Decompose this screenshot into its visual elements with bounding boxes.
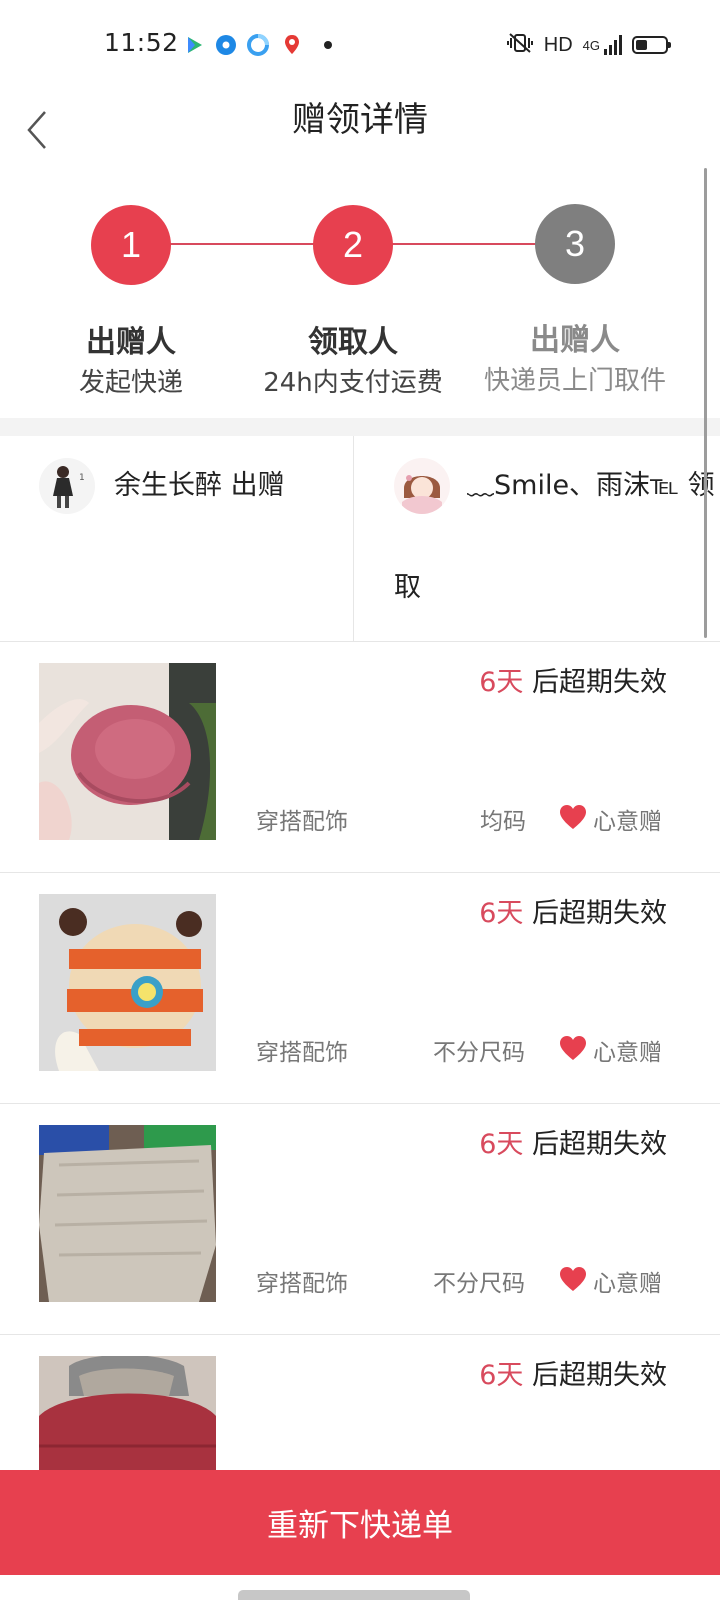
list-item[interactable]: 6天 后超期失效 穿搭配饰 不分尺码 心意赠 xyxy=(0,1104,720,1335)
heart-icon xyxy=(560,1036,586,1060)
step-connector-1 xyxy=(170,243,314,245)
step-2-title: 领取人 xyxy=(308,325,398,360)
home-indicator[interactable] xyxy=(238,1590,470,1600)
item-expire-text: 6天 后超期失效 xyxy=(479,891,667,930)
expire-suffix: 后超期失效 xyxy=(523,1129,667,1160)
item-photo-pink-beret xyxy=(39,663,216,840)
expire-days: 6天 xyxy=(479,1129,524,1160)
svg-text:1: 1 xyxy=(79,473,85,483)
receiver-avatar xyxy=(394,458,450,514)
giver-panel[interactable]: 1 余生长醉 出赠 xyxy=(0,436,354,642)
battery-icon xyxy=(632,36,671,54)
map-pin-app-icon xyxy=(280,33,304,57)
section-divider xyxy=(0,418,720,436)
status-bar: 11:52 HD 4G xyxy=(0,0,720,90)
item-category: 穿搭配饰 xyxy=(256,1040,348,1066)
heart-icon xyxy=(560,805,586,829)
scrollbar[interactable] xyxy=(704,168,707,638)
network-type: 4G xyxy=(582,37,600,53)
video-app-icon xyxy=(182,33,206,57)
item-category: 穿搭配饰 xyxy=(256,1271,348,1297)
item-photo-striped-hat xyxy=(39,894,216,1071)
status-app-icons xyxy=(182,30,332,60)
item-size: 均码 xyxy=(480,809,526,835)
page-header: 赠领详情 xyxy=(0,90,720,170)
item-expire-text: 6天 后超期失效 xyxy=(479,660,667,699)
item-gift-type: 心意赠 xyxy=(593,1040,662,1066)
step-1-circle: 1 xyxy=(91,205,171,285)
item-size: 不分尺码 xyxy=(433,1271,525,1297)
users-section: 1 余生长醉 出赠 ﹏Smile、雨沫℡ 领 取 xyxy=(0,436,720,642)
step-3-title: 出赠人 xyxy=(530,323,620,358)
list-item[interactable]: 6天 后超期失效 穿搭配饰 不分尺码 心意赠 xyxy=(0,873,720,1104)
item-expire-text: 6天 后超期失效 xyxy=(479,1353,667,1392)
step-2-subtitle: 24h内支付运费 xyxy=(263,368,443,398)
item-expire-text: 6天 后超期失效 xyxy=(479,1122,667,1161)
item-category: 穿搭配饰 xyxy=(256,809,348,835)
step-2-circle: 2 xyxy=(313,205,393,285)
blue-circle-app-icon xyxy=(216,35,236,55)
page-title: 赠领详情 xyxy=(292,100,428,140)
cloud-app-icon xyxy=(246,33,270,57)
step-connector-2 xyxy=(392,243,536,245)
hd-indicator: HD xyxy=(543,33,573,56)
item-gift-type: 心意赠 xyxy=(593,809,662,835)
step-3-subtitle: 快递员上门取件 xyxy=(483,366,666,396)
receiver-name-line2: 取 xyxy=(394,572,421,603)
giver-avatar: 1 xyxy=(39,458,95,514)
expire-days: 6天 xyxy=(479,667,524,698)
reorder-express-button[interactable]: 重新下快递单 xyxy=(0,1470,720,1575)
step-1-title: 出赠人 xyxy=(86,325,176,360)
expire-suffix: 后超期失效 xyxy=(523,667,667,698)
heart-icon xyxy=(560,1267,586,1291)
giver-name: 余生长醉 出赠 xyxy=(114,470,285,501)
step-1-subtitle: 发起快递 xyxy=(78,368,183,398)
receiver-name-line1: ﹏Smile、雨沫℡ 领 xyxy=(467,470,715,501)
item-size: 不分尺码 xyxy=(433,1040,525,1066)
expire-suffix: 后超期失效 xyxy=(523,1360,667,1391)
step-3-circle: 3 xyxy=(535,204,615,284)
expire-days: 6天 xyxy=(479,898,524,929)
item-photo-knit-scarf xyxy=(39,1125,216,1302)
expire-suffix: 后超期失效 xyxy=(523,898,667,929)
status-time: 11:52 xyxy=(104,28,179,57)
list-item[interactable]: 6天 后超期失效 穿搭配饰 均码 心意赠 xyxy=(0,642,720,873)
receiver-panel[interactable]: ﹏Smile、雨沫℡ 领 取 xyxy=(355,436,720,642)
signal-icon xyxy=(604,35,622,55)
status-indicators: HD 4G xyxy=(506,30,671,60)
item-gift-type: 心意赠 xyxy=(593,1271,662,1297)
expire-days: 6天 xyxy=(479,1360,524,1391)
mute-vibrate-icon xyxy=(506,32,534,58)
notification-dot-icon xyxy=(324,41,332,49)
